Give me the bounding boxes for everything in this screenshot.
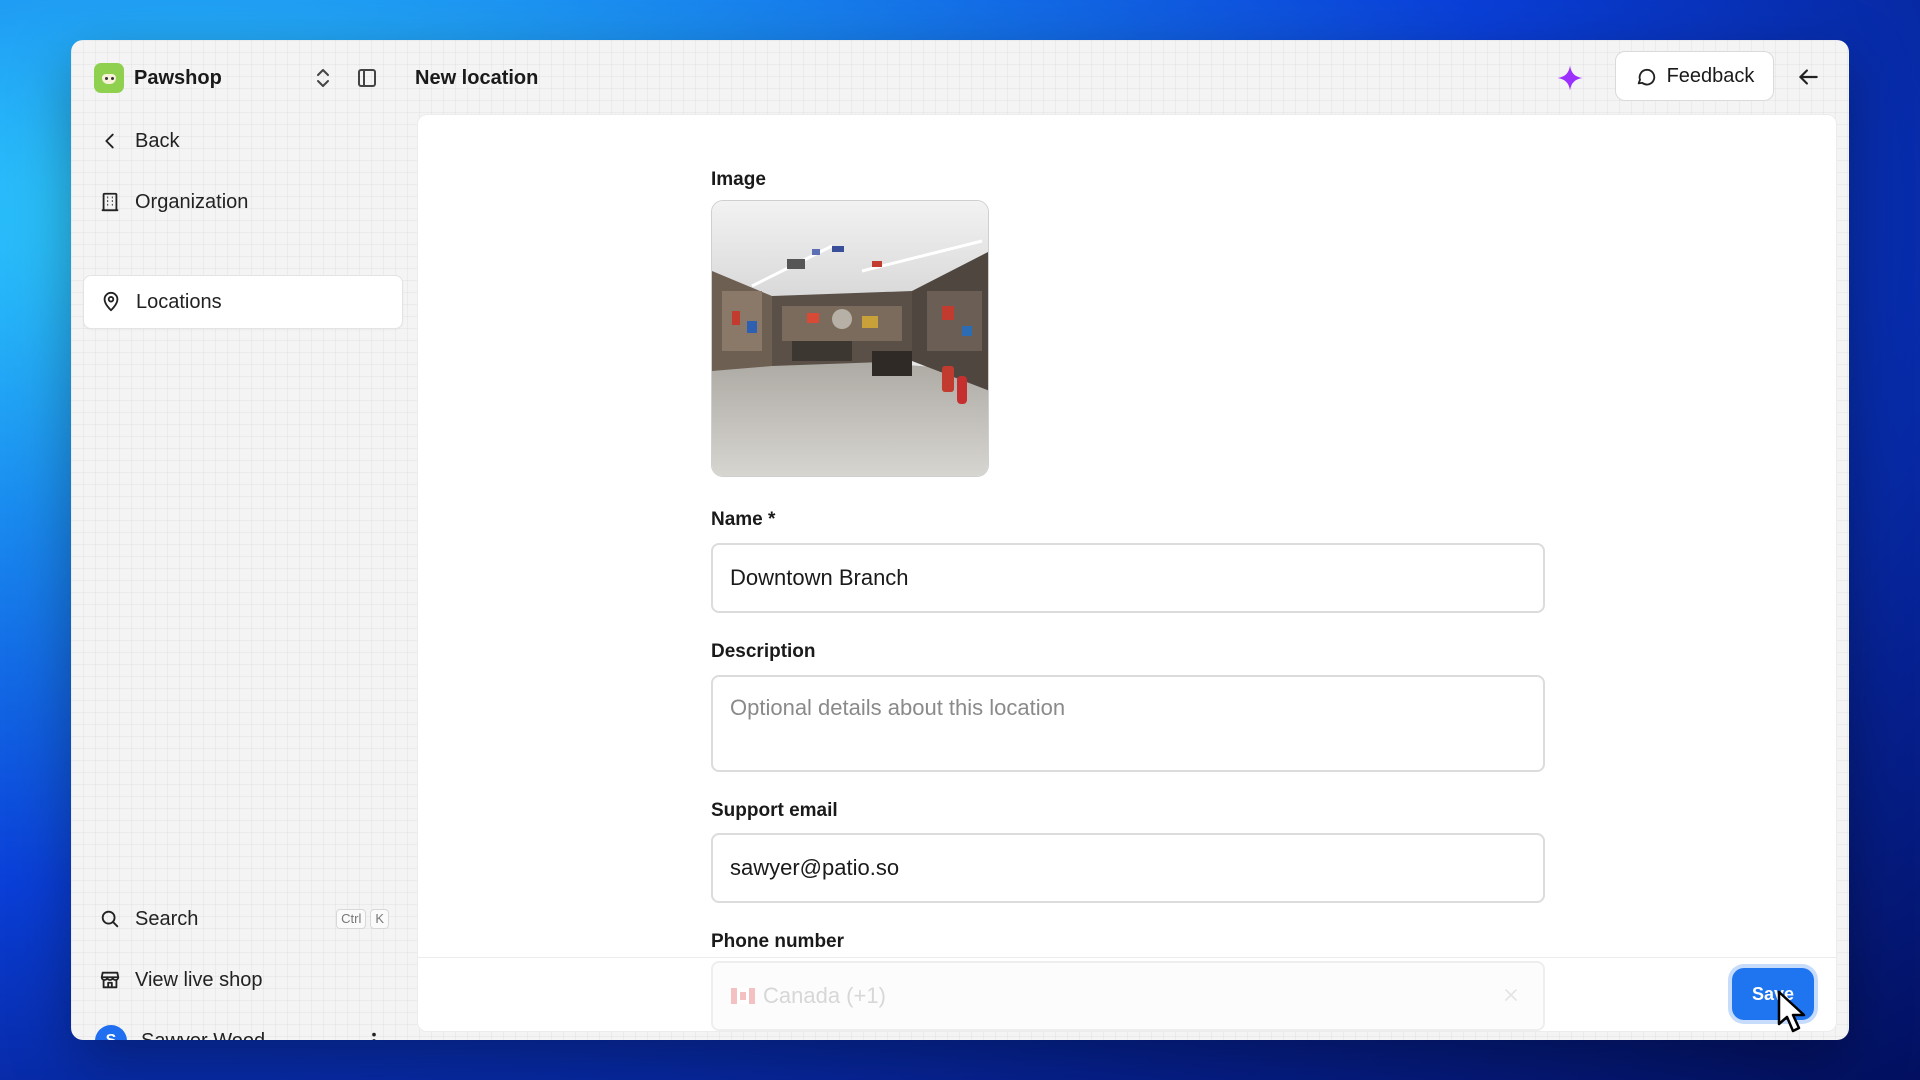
chevron-left-icon bbox=[105, 133, 114, 149]
search-icon bbox=[101, 910, 119, 928]
sidebar-toggle-icon[interactable] bbox=[355, 66, 379, 90]
name-input[interactable]: Downtown Branch bbox=[711, 543, 1545, 613]
sidebar-item-label: Locations bbox=[136, 290, 222, 313]
map-pin-icon bbox=[103, 291, 119, 312]
user-menu[interactable]: S Sawyer Wood bbox=[83, 1014, 403, 1040]
support-email-input[interactable]: sawyer@patio.so bbox=[711, 833, 1545, 903]
main-content: Image Name * Downtown Branch Description… bbox=[417, 114, 1837, 1032]
workspace-switcher[interactable]: Pawshop bbox=[94, 63, 222, 93]
sidebar-item-locations[interactable]: Locations bbox=[83, 275, 403, 329]
garage-workshop-photo bbox=[712, 201, 988, 476]
mouse-cursor-icon bbox=[1777, 990, 1806, 1033]
phone-country-label: Canada (+1) bbox=[763, 983, 886, 1008]
canada-flag-icon bbox=[731, 988, 755, 1004]
close-icon[interactable] bbox=[1501, 985, 1521, 1005]
feedback-label: Feedback bbox=[1666, 64, 1755, 87]
arrow-left-icon[interactable] bbox=[1795, 64, 1821, 90]
chevron-up-down-icon[interactable] bbox=[311, 66, 335, 90]
store-icon bbox=[100, 971, 120, 989]
more-vertical-icon[interactable] bbox=[363, 1030, 385, 1040]
brand-name: Pawshop bbox=[134, 66, 222, 89]
user-name: Sawyer Wood bbox=[141, 1030, 265, 1041]
support-email-label: Support email bbox=[711, 800, 838, 821]
name-label: Name * bbox=[711, 509, 776, 530]
location-image[interactable] bbox=[711, 200, 989, 477]
phone-number-label: Phone number bbox=[711, 931, 845, 952]
sidebar-item-label: Organization bbox=[135, 190, 249, 213]
back-label: Back bbox=[135, 129, 180, 152]
image-label: Image bbox=[711, 169, 766, 190]
feedback-button[interactable]: Feedback bbox=[1615, 51, 1774, 101]
search-label: Search bbox=[135, 907, 199, 930]
view-live-shop-link[interactable]: View live shop bbox=[83, 953, 403, 1007]
search-button[interactable]: Search Ctrl K bbox=[83, 892, 403, 946]
shortcut-key-k: K bbox=[370, 909, 389, 929]
avatar: S bbox=[95, 1025, 127, 1040]
pawshop-logo-icon bbox=[94, 63, 124, 93]
back-link[interactable]: Back bbox=[83, 114, 403, 168]
sidebar-item-organization[interactable]: Organization bbox=[83, 175, 403, 229]
phone-country-select[interactable]: Canada (+1) bbox=[711, 961, 1545, 1031]
building-icon bbox=[101, 192, 119, 212]
page-title: New location bbox=[415, 67, 539, 89]
app-window: Pawshop New location Feedback Back Organ… bbox=[71, 40, 1849, 1040]
shortcut-key-ctrl: Ctrl bbox=[336, 909, 367, 929]
search-shortcut: Ctrl K bbox=[336, 909, 389, 929]
ai-sparkle-icon[interactable] bbox=[1555, 63, 1585, 93]
description-label: Description bbox=[711, 641, 816, 662]
description-textarea[interactable]: Optional details about this location bbox=[711, 675, 1545, 772]
message-circle-icon bbox=[1637, 68, 1655, 86]
view-live-shop-label: View live shop bbox=[135, 968, 263, 991]
